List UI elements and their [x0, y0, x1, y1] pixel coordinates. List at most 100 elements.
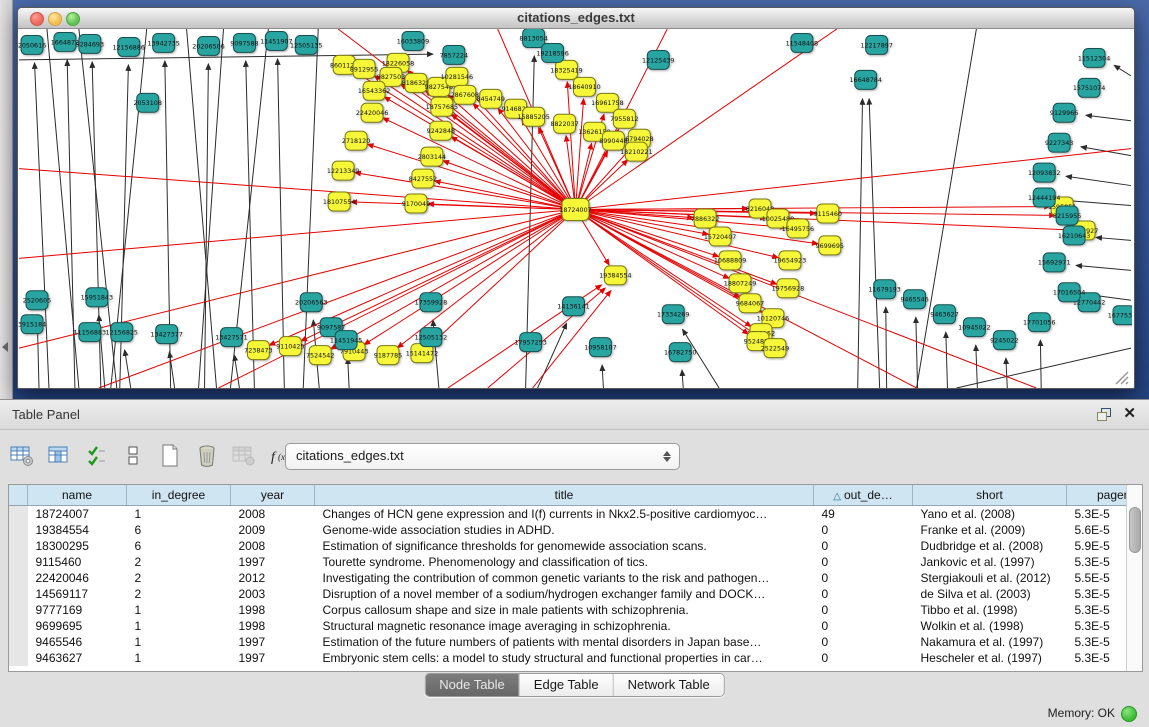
graph-edge[interactable]	[1006, 358, 1007, 388]
graph-edge[interactable]	[331, 209, 576, 349]
table-scrollbar[interactable]	[1126, 485, 1142, 671]
table-cell[interactable]: 1	[127, 506, 231, 523]
table-cell[interactable]: de Silva et al. (2003)	[913, 586, 1067, 602]
table-cell[interactable]: Embryonic stem cells: a model to study s…	[315, 650, 814, 666]
table-cell[interactable]: Franke et al. (2009)	[913, 522, 1067, 538]
table-cell[interactable]: 1	[127, 602, 231, 618]
graph-edge[interactable]	[602, 365, 603, 388]
table-cell[interactable]: 22420046	[28, 570, 127, 586]
memory-status-icon[interactable]	[1121, 706, 1137, 722]
table-cell[interactable]: 2008	[231, 538, 315, 554]
table-cell[interactable]: Wolkin et al. (1998)	[913, 618, 1067, 634]
table-cell[interactable]: 6	[127, 522, 231, 538]
graph-edge[interactable]	[858, 99, 863, 388]
table-cell[interactable]: 18724007	[28, 506, 127, 523]
table-cell[interactable]: 14569117	[28, 586, 127, 602]
table-cell[interactable]: 1997	[231, 634, 315, 650]
table-cell[interactable]: Jankovic et al. (1997)	[913, 554, 1067, 570]
graph-edge[interactable]	[682, 370, 683, 388]
table-row[interactable]: 969969511998Structural magnetic resonanc…	[9, 618, 1143, 634]
table-cell[interactable]: 0	[814, 554, 913, 570]
graph-edge[interactable]	[1040, 340, 1041, 388]
graph-edge[interactable]	[19, 169, 575, 210]
graph-edge[interactable]	[431, 209, 576, 344]
graph-edge[interactable]	[99, 209, 576, 388]
graph-edge[interactable]	[355, 173, 576, 210]
graph-edge[interactable]	[916, 317, 918, 388]
table-cell[interactable]: 1997	[231, 650, 315, 666]
table-cell[interactable]: 1	[127, 634, 231, 650]
collapse-arrow-icon[interactable]	[2, 342, 8, 352]
table-cell[interactable]: 0	[814, 634, 913, 650]
table-row[interactable]: 2242004622012Investigating the contribut…	[9, 570, 1143, 586]
float-panel-icon[interactable]	[1097, 408, 1111, 421]
row-height-icon[interactable]	[121, 444, 145, 468]
table-cell[interactable]: Disruption of a novel member of a sodium…	[315, 586, 814, 602]
table-row[interactable]: 1872400712008Changes of HCN gene express…	[9, 506, 1143, 523]
graph-edge[interactable]	[869, 99, 880, 388]
graph-edge[interactable]	[1096, 237, 1131, 240]
table-cell[interactable]: Genome-wide association studies in ADHD.	[315, 522, 814, 538]
graph-edge[interactable]	[1066, 176, 1131, 185]
table-row[interactable]: 946362711997Embryonic stem cells: a mode…	[9, 650, 1143, 666]
table-cell[interactable]: 0	[814, 522, 913, 538]
table-cell[interactable]: Corpus callosum shape and size in male p…	[315, 602, 814, 618]
graph-edge[interactable]	[567, 82, 575, 210]
table-cell[interactable]: Nakamura et al. (1997)	[913, 634, 1067, 650]
table-cell[interactable]: 1997	[231, 554, 315, 570]
table-cell[interactable]: 9699695	[28, 618, 127, 634]
table-row[interactable]: 946554611997Estimation of the future num…	[9, 634, 1143, 650]
table-cell[interactable]: 2	[127, 554, 231, 570]
table-cell[interactable]: 2	[127, 570, 231, 586]
graph-edge[interactable]	[397, 209, 575, 347]
graph-edge[interactable]	[886, 307, 887, 388]
table-cell[interactable]: Stergiakouli et al. (2012)	[913, 570, 1067, 586]
table-cell[interactable]: Yano et al. (2008)	[913, 506, 1067, 523]
table-cell[interactable]: 2009	[231, 522, 315, 538]
table-cell[interactable]: Tourette syndrome. Phenomenology and cla…	[315, 554, 814, 570]
table-cell[interactable]: 2012	[231, 570, 315, 586]
table-cell[interactable]: 1	[127, 650, 231, 666]
table-cell[interactable]: Investigating the contribution of common…	[315, 570, 814, 586]
table-cell[interactable]: 2003	[231, 586, 315, 602]
table-row[interactable]: 977716911998Corpus callosum shape and si…	[9, 602, 1143, 618]
tab-edge-table[interactable]: Edge Table	[520, 674, 614, 696]
table-select-dropdown[interactable]: citations_edges.txt	[285, 443, 680, 470]
table-cell[interactable]: Hescheler et al. (1997)	[913, 650, 1067, 666]
table-cell[interactable]: 19384554	[28, 522, 127, 538]
table-cell[interactable]: 0	[814, 602, 913, 618]
table-cell[interactable]: 0	[814, 538, 913, 554]
graph-edge[interactable]	[1076, 265, 1131, 270]
table-cell[interactable]: 9777169	[28, 602, 127, 618]
graph-edge[interactable]	[35, 63, 49, 388]
graph-edge[interactable]	[187, 29, 217, 388]
table-cell[interactable]: 0	[814, 586, 913, 602]
graph-edge[interactable]	[19, 209, 575, 348]
network-view-window[interactable]: citations_edges.txt 86011238912955182260…	[17, 7, 1135, 389]
network-canvas[interactable]: 8601123891295518226058982750381863281654…	[18, 29, 1134, 388]
table-row[interactable]: 911546021997Tourette syndrome. Phenomeno…	[9, 554, 1143, 570]
select-rows-icon[interactable]	[84, 444, 108, 468]
table-cell[interactable]: 6	[127, 538, 231, 554]
resize-grip-icon[interactable]	[1112, 368, 1132, 386]
table-cell[interactable]: 0	[814, 570, 913, 586]
table-cell[interactable]: 0	[814, 618, 913, 634]
graph-edge[interactable]	[946, 332, 948, 388]
column-header-short[interactable]: short	[913, 485, 1067, 506]
graph-edge[interactable]	[348, 358, 349, 388]
graph-edge[interactable]	[956, 348, 1131, 388]
delete-table-icon[interactable]	[195, 444, 219, 468]
column-header-in_degree[interactable]: in_degree	[127, 485, 231, 506]
column-header-name[interactable]: name	[28, 485, 127, 506]
table-cell[interactable]: 49	[814, 506, 913, 523]
graph-edge[interactable]	[976, 345, 978, 388]
graph-edge[interactable]	[205, 64, 209, 388]
table-row[interactable]: 1456911722003Disruption of a novel membe…	[9, 586, 1143, 602]
table-cell[interactable]: 2	[127, 586, 231, 602]
table-row[interactable]: 1938455462009Genome-wide association stu…	[9, 522, 1143, 538]
table-cell[interactable]: 1998	[231, 602, 315, 618]
graph-edge[interactable]	[1086, 115, 1131, 121]
table-cell[interactable]: Estimation of the future numbers of pati…	[315, 634, 814, 650]
table-cell[interactable]: Dudbridge et al. (2008)	[913, 538, 1067, 554]
table-settings-icon[interactable]	[10, 444, 34, 468]
